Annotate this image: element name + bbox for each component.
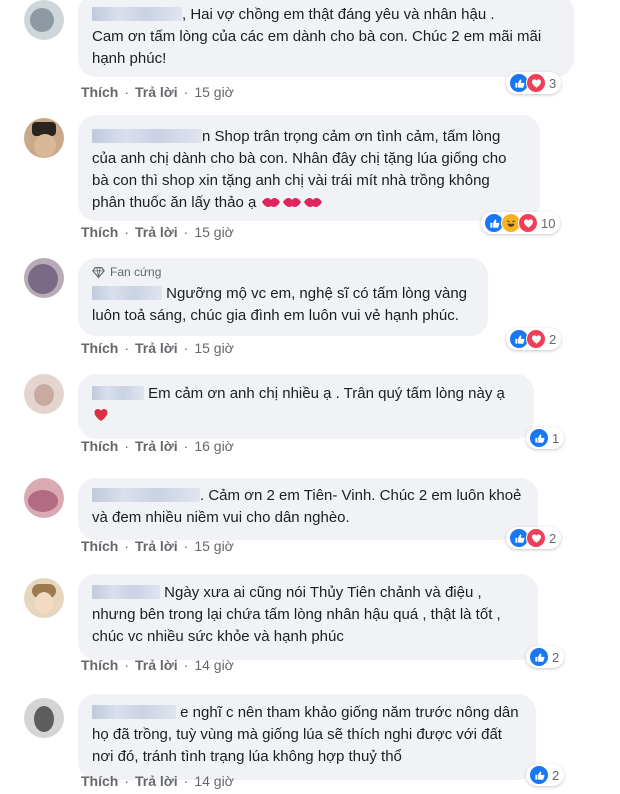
reaction-count: 2 xyxy=(552,767,560,783)
reaction-count: 2 xyxy=(549,331,557,347)
redacted-name[interactable] xyxy=(92,286,162,300)
timestamp[interactable]: 15 giờ xyxy=(194,538,234,554)
reply-button[interactable]: Trả lời xyxy=(135,657,178,673)
avatar[interactable] xyxy=(24,578,64,618)
comment-bubble: Em cảm ơn anh chị nhiều ạ . Trân quý tấm… xyxy=(78,374,534,439)
redacted-name[interactable] xyxy=(92,705,176,719)
reaction-summary[interactable]: 2 xyxy=(526,646,565,668)
comment-text: e nghĩ c nên tham khảo giống năm trước n… xyxy=(92,704,519,765)
comment-actions: Thích · Trả lời · 15 giờ xyxy=(81,340,234,356)
comment-actions: Thích · Trả lời · 14 giờ xyxy=(81,657,234,673)
like-icon xyxy=(529,765,549,785)
reply-button[interactable]: Trả lời xyxy=(135,84,178,100)
reply-button[interactable]: Trả lời xyxy=(135,340,178,356)
timestamp[interactable]: 15 giờ xyxy=(194,84,234,100)
like-button[interactable]: Thích xyxy=(81,773,118,789)
reaction-count: 2 xyxy=(549,530,557,546)
reply-button[interactable]: Trả lời xyxy=(135,224,178,240)
comment-actions: Thích · Trả lời · 15 giờ xyxy=(81,538,234,554)
love-icon xyxy=(526,73,546,93)
avatar[interactable] xyxy=(24,698,64,738)
diamond-icon xyxy=(92,266,105,278)
like-button[interactable]: Thích xyxy=(81,340,118,356)
reaction-count: 2 xyxy=(552,649,560,665)
kiss-icon xyxy=(260,194,324,217)
comment-text: Ngưỡng mộ vc em, nghệ sĩ có tấm lòng vàn… xyxy=(92,285,468,324)
timestamp[interactable]: 16 giờ xyxy=(194,438,234,454)
like-button[interactable]: Thích xyxy=(81,438,118,454)
avatar[interactable] xyxy=(24,0,64,40)
comment-bubble: e nghĩ c nên tham khảo giống năm trước n… xyxy=(78,694,536,780)
reaction-summary[interactable]: 10 xyxy=(481,212,561,234)
timestamp[interactable]: 14 giờ xyxy=(194,657,234,673)
comment-actions: Thích · Trả lời · 14 giờ xyxy=(81,773,234,789)
reaction-summary[interactable]: 3 xyxy=(506,72,562,94)
comment-actions: Thích · Trả lời · 15 giờ xyxy=(81,224,234,240)
timestamp[interactable]: 15 giờ xyxy=(194,224,234,240)
heart-icon xyxy=(92,407,110,430)
avatar[interactable] xyxy=(24,478,64,518)
like-button[interactable]: Thích xyxy=(81,538,118,554)
redacted-name[interactable] xyxy=(92,386,144,400)
avatar[interactable] xyxy=(24,258,64,298)
love-icon xyxy=(526,528,546,548)
comment-bubble: n Shop trân trọng cảm ơn tình cảm, tấm l… xyxy=(78,115,540,221)
reaction-count: 10 xyxy=(541,215,556,231)
reply-button[interactable]: Trả lời xyxy=(135,538,178,554)
like-button[interactable]: Thích xyxy=(81,84,118,100)
reply-button[interactable]: Trả lời xyxy=(135,438,178,454)
love-icon xyxy=(518,213,538,233)
comment-bubble: Ngày xưa ai cũng nói Thủy Tiên chảnh và … xyxy=(78,574,538,660)
redacted-name[interactable] xyxy=(92,129,202,143)
reaction-summary[interactable]: 2 xyxy=(526,764,565,786)
reaction-summary[interactable]: 2 xyxy=(506,527,562,549)
like-icon xyxy=(529,428,549,448)
comment-bubble: . Cảm ơn 2 em Tiên- Vinh. Chúc 2 em luôn… xyxy=(78,478,538,540)
avatar[interactable] xyxy=(24,374,64,414)
comment-bubble: Fan cứng Ngưỡng mộ vc em, nghệ sĩ có tấm… xyxy=(78,258,488,336)
comment-actions: Thích · Trả lời · 15 giờ xyxy=(81,84,234,100)
comment-text: Ngày xưa ai cũng nói Thủy Tiên chảnh và … xyxy=(92,584,501,645)
fan-badge[interactable]: Fan cứng xyxy=(92,264,474,280)
redacted-name[interactable] xyxy=(92,585,160,599)
love-icon xyxy=(526,329,546,349)
reaction-summary[interactable]: 2 xyxy=(506,328,562,350)
comment-actions: Thích · Trả lời · 16 giờ xyxy=(81,438,234,454)
comment-text: , Hai vợ chồng em thật đáng yêu và nhân … xyxy=(92,6,542,67)
reaction-count: 3 xyxy=(549,75,557,91)
comment-text: n Shop trân trọng cảm ơn tình cảm, tấm l… xyxy=(92,126,526,217)
reaction-summary[interactable]: 1 xyxy=(526,427,565,449)
redacted-name[interactable] xyxy=(92,7,182,21)
badge-label: Fan cứng xyxy=(110,265,162,279)
redacted-name[interactable] xyxy=(92,488,200,502)
like-button[interactable]: Thích xyxy=(81,657,118,673)
comment-text: Em cảm ơn anh chị nhiều ạ . Trân quý tấm… xyxy=(92,383,520,430)
like-icon xyxy=(529,647,549,667)
reply-button[interactable]: Trả lời xyxy=(135,773,178,789)
reaction-count: 1 xyxy=(552,430,560,446)
like-button[interactable]: Thích xyxy=(81,224,118,240)
avatar[interactable] xyxy=(24,118,64,158)
timestamp[interactable]: 15 giờ xyxy=(194,340,234,356)
timestamp[interactable]: 14 giờ xyxy=(194,773,234,789)
comment-text: . Cảm ơn 2 em Tiên- Vinh. Chúc 2 em luôn… xyxy=(92,487,522,526)
comment-bubble: , Hai vợ chồng em thật đáng yêu và nhân … xyxy=(78,0,574,77)
